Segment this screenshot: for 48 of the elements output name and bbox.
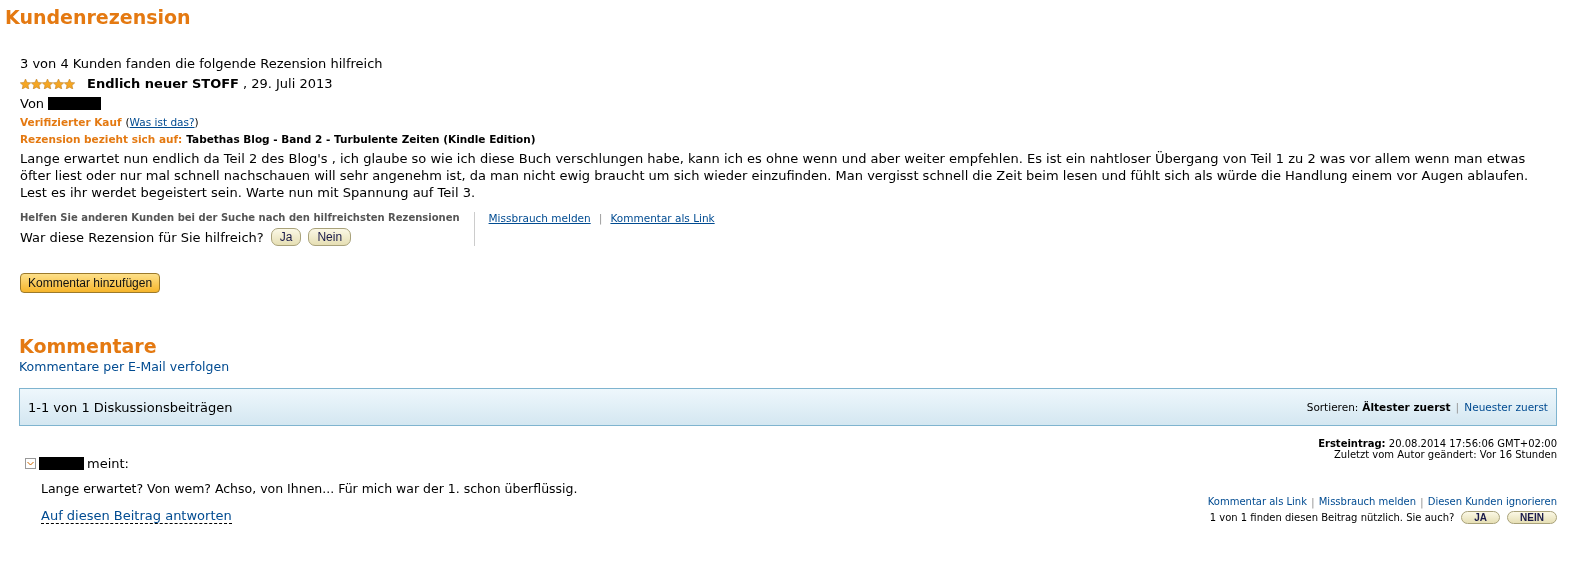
page-title: Kundenrezension — [5, 6, 192, 28]
separator: | — [1420, 496, 1424, 509]
edited-note: Zuletzt vom Autor geändert: Vor 16 Stunden — [1333, 449, 1557, 460]
vote-button[interactable]: Ja — [270, 228, 302, 246]
review-title: Endlich neuer STOFF — [87, 76, 239, 91]
paren: ( — [125, 116, 130, 128]
redaction-bar — [48, 97, 102, 110]
says-label: meint: — [87, 456, 129, 471]
separator: | — [598, 212, 603, 225]
comments-heading: Kommentare — [19, 335, 158, 357]
verified-label: Verifizierter Kauf — [20, 116, 122, 128]
sort-option[interactable]: Neuester zuerst — [1464, 401, 1548, 413]
follow-link[interactable]: Kommentare per E-Mail verfolgen — [19, 359, 230, 374]
author-prefix: Von — [20, 96, 45, 111]
helpful-summary: 3 von 4 Kunden fanden die folgende Rezension hilfreich — [20, 56, 384, 71]
reply-link[interactable]: Auf diesen Beitrag antworten — [41, 508, 232, 524]
review-text: Lange erwartet nun endlich da Teil 2 des Blog's , ich glaube so wie ich diese Buch verschlungen habe, kann ich es ohne wenn und aber weiter empfehlen. Es ist ein nahtloser Übergang von Teil 1 zu 2 was vor allem wenn man etwas öfter liest oder nur mal schnell nachschauen will sehr angenehm ist, da man nicht ewig braucht um sich wieder einzufinden. Man vergisst schnell die Zeit beim lesen und fühlt sich als würde die Handlung einem vor Augen ablaufen. Lest es ihr werdet begeistert sein. Warte nun mit Spannung auf Teil 3. — [20, 150, 1530, 201]
comment-link[interactable]: Diesen Kunden ignorieren — [1427, 496, 1557, 509]
vote-hint: Helfen Sie anderen Kunden bei der Suche nach den hilfreichsten Rezensionen — [20, 212, 460, 223]
vote-button[interactable]: Nein — [308, 228, 352, 246]
star-icon — [42, 78, 53, 89]
redaction-bar — [39, 457, 84, 470]
sort-label: Sortieren: — [1306, 401, 1359, 413]
posted-date: Ersteintrag: 20.08.2014 17:56:06 GMT+02:00 — [1318, 438, 1557, 449]
star-icon — [64, 78, 75, 89]
review-date: , 29. Juli 2013 — [242, 76, 333, 91]
review-link[interactable]: Missbrauch melden — [488, 212, 591, 224]
comment-text: Lange erwartet? Von wem? Achso, von Ihnen... Für mich war der 1. schon überflüssig. — [41, 481, 579, 496]
collapse-toggle-icon[interactable] — [25, 458, 36, 469]
vote-question: War diese Rezension für Sie hilfreich? — [20, 229, 264, 245]
info-link[interactable]: Was ist das? — [129, 116, 195, 128]
comment-link[interactable]: Kommentar als Link — [1207, 496, 1307, 509]
star-icon — [31, 78, 42, 89]
review-link[interactable]: Kommentar als Link — [610, 212, 715, 224]
vote-button[interactable]: NEIN — [1507, 511, 1557, 524]
helpful-count: 1 von 1 finden diesen Beitrag nützlich. Sie auch? — [1209, 512, 1455, 523]
separator: | — [1455, 400, 1460, 414]
refers-label: Rezension bezieht sich auf: — [20, 133, 183, 145]
paren: ) — [194, 116, 199, 128]
star-icon — [53, 78, 64, 89]
star-icon — [20, 78, 31, 89]
separator: | — [1311, 496, 1315, 509]
product-name: Tabethas Blog - Band 2 - Turbulente Zeiten (Kindle Edition) — [186, 133, 536, 145]
comment-link[interactable]: Missbrauch melden — [1318, 496, 1416, 509]
vote-button[interactable]: JA — [1461, 511, 1501, 524]
post-count: 1-1 von 1 Diskussionsbeiträgen — [28, 399, 233, 415]
add-comment-button[interactable]: Kommentar hinzufügen — [20, 273, 161, 293]
sort-option[interactable]: Ältester zuerst — [1362, 401, 1451, 413]
